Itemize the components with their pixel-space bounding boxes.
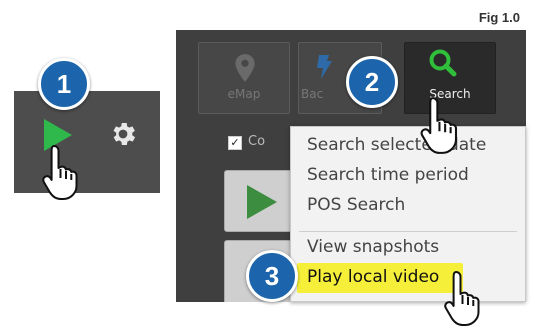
search-dropdown-menu: Search selected date Search time period … xyxy=(290,126,526,302)
menu-item-search-time-period[interactable]: Search time period xyxy=(307,165,469,185)
hand-pointer-icon xyxy=(444,271,480,326)
emap-label: eMap xyxy=(227,87,261,101)
playback-toolbar xyxy=(14,91,160,193)
map-pin-icon xyxy=(235,54,255,82)
checkbox-label: Co xyxy=(248,134,266,149)
emap-button[interactable]: eMap xyxy=(198,42,290,114)
menu-item-view-snapshots[interactable]: View snapshots xyxy=(307,237,439,257)
menu-item-play-local-video[interactable]: Play local video xyxy=(307,267,439,287)
hand-pointer-icon xyxy=(42,145,78,200)
backup-icon xyxy=(317,55,332,79)
play-icon xyxy=(247,185,277,219)
step-2-badge: 2 xyxy=(346,56,398,108)
step-3-badge: 3 xyxy=(246,250,298,302)
playback-play-button[interactable] xyxy=(224,170,292,232)
magnifier-icon xyxy=(429,49,457,77)
gear-icon[interactable] xyxy=(108,119,138,149)
figure-label: Fig 1.0 xyxy=(478,10,520,25)
menu-item-pos-search[interactable]: POS Search xyxy=(307,195,405,215)
tutorial-figure: Fig 1.0 1 eMap Bac Search ✓ Co 2 Search … xyxy=(0,0,534,330)
hand-pointer-icon xyxy=(420,97,458,154)
menu-divider xyxy=(299,231,517,232)
options-checkbox[interactable]: ✓ xyxy=(228,136,242,150)
step-1-badge: 1 xyxy=(38,58,90,110)
